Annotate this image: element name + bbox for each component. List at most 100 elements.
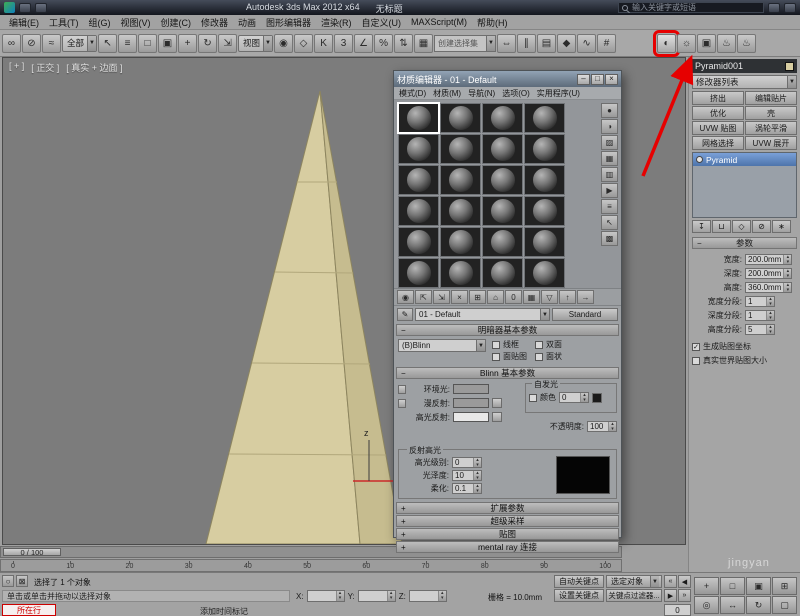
value-spinner[interactable]: 1▴▾: [745, 296, 775, 307]
select-object-icon[interactable]: ↖: [98, 34, 117, 53]
app-logo-icon[interactable]: [4, 2, 15, 13]
minimize-button[interactable]: –: [577, 74, 590, 85]
material-sample-slot[interactable]: [482, 258, 523, 288]
schematic-view-icon[interactable]: #: [597, 34, 616, 53]
named-selection-set-combo[interactable]: 创建选择集▼: [434, 35, 496, 52]
value-spinner[interactable]: 0▴▾: [452, 457, 482, 468]
value-spinner[interactable]: 1▴▾: [745, 310, 775, 321]
spinner-arrows-icon[interactable]: ▴▾: [473, 484, 481, 493]
material-sample-slot[interactable]: [482, 134, 523, 164]
material-sample-slot[interactable]: [398, 196, 439, 226]
material-sample-slot[interactable]: [524, 227, 565, 257]
keyboard-override-icon[interactable]: K: [314, 34, 333, 53]
lock-icon[interactable]: [398, 385, 406, 394]
object-name-field[interactable]: Pyramid001: [692, 59, 797, 73]
material-sample-slot[interactable]: [440, 103, 481, 133]
add-time-tag[interactable]: 添加时间标记: [200, 606, 248, 616]
curve-editor-icon[interactable]: ∿: [577, 34, 596, 53]
rectangular-selection-icon[interactable]: □: [138, 34, 157, 53]
selfillum-color-swatch[interactable]: [592, 393, 602, 403]
material-sample-slot[interactable]: [440, 258, 481, 288]
maximize-viewport-icon[interactable]: ▢: [772, 596, 797, 614]
rendered-frame-window-icon[interactable]: ▣: [697, 34, 716, 53]
z-coordinate-field[interactable]: ▴▾: [409, 590, 447, 602]
modifier-button[interactable]: 挤出: [692, 91, 744, 105]
value-spinner[interactable]: 5▴▾: [745, 324, 775, 335]
rollout-shader-basic[interactable]: 明暗器基本参数: [396, 324, 619, 336]
make-preview-icon[interactable]: ▶: [601, 183, 618, 198]
graphite-ribbon-icon[interactable]: ◆: [557, 34, 576, 53]
material-editor-titlebar[interactable]: 材质编辑器 - 01 - Default – □ ×: [394, 71, 621, 87]
pick-material-icon[interactable]: ✎: [397, 308, 413, 321]
viewport-menu-general[interactable]: [ + ]: [9, 61, 24, 74]
shader-flag-checkbox[interactable]: 面状: [535, 351, 570, 362]
material-sample-slot[interactable]: [482, 103, 523, 133]
opacity-spinner[interactable]: 100▴▾: [587, 421, 617, 432]
zoom-extents-all-icon[interactable]: ⊞: [772, 577, 797, 595]
material-editor-icon[interactable]: ◐: [657, 34, 676, 53]
sample-type-icon[interactable]: ●: [601, 103, 618, 118]
unlink-selection-icon[interactable]: ⊘: [22, 34, 41, 53]
parameter-checkbox[interactable]: 生成贴图坐标: [692, 341, 797, 352]
spinner-arrows-icon[interactable]: ▴▾: [580, 393, 588, 402]
put-to-library-icon[interactable]: ⌂: [487, 290, 504, 304]
menu-item[interactable]: 图形编辑器: [261, 16, 316, 29]
menu-item[interactable]: 视图(V): [116, 16, 156, 29]
modifier-button[interactable]: UVW 贴图: [692, 121, 744, 135]
menu-item[interactable]: 动画: [233, 16, 261, 29]
specular-map-button[interactable]: [492, 412, 502, 422]
select-by-material-icon[interactable]: ↖: [601, 215, 618, 230]
isolate-selection-icon[interactable]: ○: [2, 575, 14, 587]
pin-stack-icon[interactable]: ↧: [692, 220, 711, 233]
value-spinner[interactable]: 200.0mm▴▾: [745, 268, 792, 279]
reference-coordinate-dropdown[interactable]: 视图▼: [238, 35, 273, 52]
modifier-list-dropdown[interactable]: 修改器列表 ▼: [692, 75, 797, 89]
menu-item[interactable]: 编辑(E): [4, 16, 44, 29]
shader-flag-checkbox[interactable]: 双面: [535, 339, 570, 350]
zoom-icon[interactable]: +: [694, 577, 719, 595]
material-id-channel-icon[interactable]: 0: [505, 290, 522, 304]
workspace-icon[interactable]: [35, 3, 47, 13]
go-to-end-icon[interactable]: »: [678, 589, 691, 602]
select-and-rotate-icon[interactable]: ↻: [198, 34, 217, 53]
remove-modifier-icon[interactable]: ⊘: [752, 220, 771, 233]
menu-item[interactable]: 组(G): [84, 16, 116, 29]
spinner-arrows-icon[interactable]: ▴▾: [783, 283, 791, 292]
configure-modifier-sets-icon[interactable]: ∗: [772, 220, 791, 233]
edit-named-selection-sets-icon[interactable]: ▦: [414, 34, 433, 53]
mirror-icon[interactable]: ⇔: [497, 34, 516, 53]
modifier-button[interactable]: UVW 展开: [745, 136, 797, 150]
make-unique-icon[interactable]: ◇: [732, 220, 751, 233]
layer-manager-icon[interactable]: ▤: [537, 34, 556, 53]
menu-item[interactable]: 帮助(H): [472, 16, 513, 29]
collapsed-rollout-header[interactable]: 超级采样: [396, 515, 619, 527]
key-filters-button[interactable]: 关键点过滤器...: [606, 589, 662, 602]
spinner-arrows-icon[interactable]: ▴▾: [766, 325, 774, 334]
value-spinner[interactable]: 10▴▾: [452, 470, 482, 481]
material-sample-slot[interactable]: [440, 227, 481, 257]
value-spinner[interactable]: 0.1▴▾: [452, 483, 482, 494]
show-end-result-icon[interactable]: ▽: [541, 290, 558, 304]
material-sample-slot[interactable]: [440, 134, 481, 164]
sample-tiling-icon[interactable]: ▦: [601, 151, 618, 166]
material-sample-slot[interactable]: [398, 134, 439, 164]
material-type-button[interactable]: Standard: [552, 308, 618, 321]
select-and-manipulate-icon[interactable]: ◇: [294, 34, 313, 53]
material-name-dropdown[interactable]: 01 - Default▼: [415, 308, 550, 321]
modifier-button[interactable]: 网格选择: [692, 136, 744, 150]
spinner-arrows-icon[interactable]: ▴▾: [473, 458, 481, 467]
modifier-button[interactable]: 优化: [692, 106, 744, 120]
render-setup-icon[interactable]: ☼: [677, 34, 696, 53]
set-key-button[interactable]: 设置关键点: [554, 589, 604, 602]
parameter-checkbox[interactable]: 真实世界贴图大小: [692, 355, 797, 366]
render-production-icon[interactable]: ♨: [717, 34, 736, 53]
visibility-bulb-icon[interactable]: [696, 156, 703, 163]
lock-icon[interactable]: [398, 399, 406, 408]
diffuse-map-button[interactable]: [492, 398, 502, 408]
spinner-arrows-icon[interactable]: ▴▾: [438, 591, 446, 601]
field-of-view-icon[interactable]: ◎: [694, 596, 719, 614]
shader-flag-checkbox[interactable]: 线框: [492, 339, 527, 350]
menu-item[interactable]: MAXScript(M): [406, 17, 472, 27]
value-spinner[interactable]: 360.0mm▴▾: [745, 282, 792, 293]
signin-icon[interactable]: [768, 3, 780, 13]
